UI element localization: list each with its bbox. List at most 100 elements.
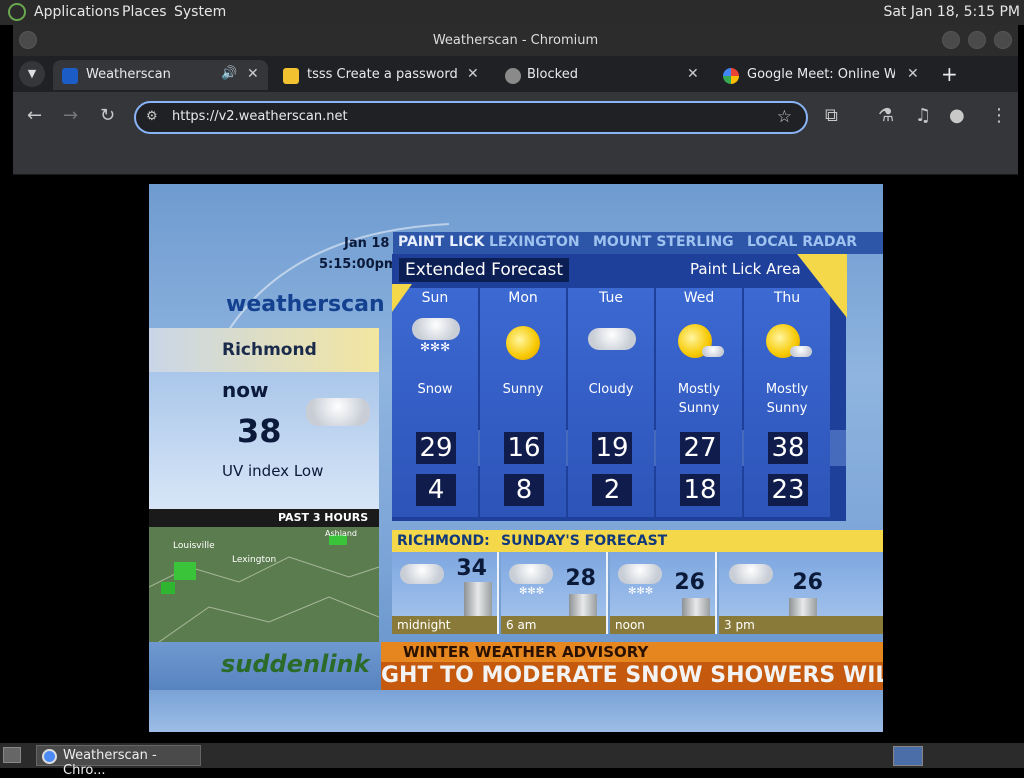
location-tab-paint-lick: PAINT LICK (398, 234, 485, 250)
radar-label: PAST 3 HOURS (278, 511, 369, 524)
extended-forecast-panel: Extended Forecast Paint Lick Area Sun ✻✻… (392, 254, 846, 521)
day-name: Wed (683, 290, 715, 306)
menu-applications[interactable]: Applications (34, 4, 120, 20)
window-titlebar[interactable]: Weatherscan - Chromium (13, 25, 1018, 56)
bookmark-star-icon[interactable]: ☆ (777, 107, 792, 127)
close-window-button[interactable] (994, 31, 1012, 49)
ws-time: 5:15:00pm (319, 257, 398, 272)
day-high: 27 (680, 432, 720, 464)
advisory-crawl: WINTER WEATHER ADVISORY GHT TO MODERATE … (381, 642, 883, 690)
minimize-button[interactable] (942, 31, 960, 49)
top-panel: Applications Places System Sat Jan 18, 5… (0, 0, 1024, 25)
panel-clock[interactable]: Sat Jan 18, 5:15 PM (883, 4, 1020, 20)
yellow-corner-accent (797, 254, 847, 318)
tab-label: tsss Create a password-p (307, 67, 457, 82)
day-condition: Mostly Sunny (677, 382, 721, 416)
more-menu-icon[interactable]: ⋮ (990, 105, 1008, 126)
hour-temp: 28 (565, 566, 596, 591)
new-tab-button[interactable]: + (941, 62, 958, 86)
speaker-icon[interactable]: 🔊 (221, 66, 237, 81)
location-tab-lexington: LEXINGTON (489, 234, 580, 250)
day-low: 4 (416, 474, 456, 506)
extensions-icon[interactable]: ⧉ (825, 105, 838, 126)
day-low: 18 (680, 474, 720, 506)
tab-search-button[interactable]: ▼ (19, 61, 45, 87)
menu-places[interactable]: Places (122, 4, 167, 20)
close-tab-icon[interactable]: ✕ (467, 66, 479, 82)
weatherscan-screen: Jan 18 5:15:00pm weatherscan Richmond no… (149, 184, 883, 732)
day-high: 19 (592, 432, 632, 464)
maximize-button[interactable] (968, 31, 986, 49)
hourly-title: SUNDAY'S FORECAST (501, 533, 668, 549)
gnome-foot-icon[interactable] (8, 3, 26, 21)
forward-arrow-icon[interactable]: → (63, 105, 78, 126)
cloud-icon (400, 564, 444, 584)
taskbar-window-button[interactable]: Weatherscan - Chro... (36, 745, 201, 778)
hour-temp: 26 (792, 570, 823, 595)
address-bar[interactable]: ⚙ https://v2.weatherscan.net ☆ (134, 101, 808, 134)
forecast-area-name: Paint Lick Area (690, 260, 801, 278)
bottom-taskbar: Weatherscan - Chro... (0, 743, 1024, 778)
hour-temp: 34 (456, 556, 487, 581)
branding-area: Jan 18 5:15:00pm weatherscan (149, 184, 450, 395)
map-label-louisville: Louisville (173, 541, 215, 551)
temp-bar (464, 582, 492, 616)
cloud-icon (588, 328, 636, 350)
snow-cloud-icon (509, 564, 553, 584)
forecast-day-wed: Wed Mostly Sunny 27 18 (656, 288, 742, 517)
day-low: 8 (504, 474, 544, 506)
browser-toolbar: ← → ↻ ⚙ https://v2.weatherscan.net ☆ ⧉ ⚗… (13, 92, 1018, 142)
sponsor-area: suddenlink (149, 642, 381, 690)
menu-system[interactable]: System (174, 4, 226, 20)
extended-forecast-title: Extended Forecast (399, 258, 570, 282)
temp-bar (682, 598, 710, 616)
url-text[interactable]: https://v2.weatherscan.net (172, 109, 348, 124)
taskbar-window-label: Weatherscan - Chro... (63, 748, 157, 778)
snowflake-icon: ✻✻✻ (420, 340, 451, 354)
advisory-title: WINTER WEATHER ADVISORY (403, 643, 649, 661)
tab-label: Weatherscan (86, 67, 171, 82)
labs-flask-icon[interactable]: ⚗ (878, 105, 894, 126)
tab-blocked[interactable]: Blocked ✕ (497, 60, 712, 90)
show-desktop-icon[interactable] (3, 747, 21, 763)
reload-icon[interactable]: ↻ (100, 105, 115, 126)
tab-label: Blocked (527, 67, 578, 82)
close-tab-icon[interactable]: ✕ (687, 66, 699, 82)
forecast-day-sun: Sun ✻✻✻ Snow 29 4 (392, 288, 478, 517)
workspace-switcher[interactable] (893, 746, 923, 766)
media-controls-icon[interactable]: ♫ (915, 105, 931, 126)
hour-3pm: 26 3 pm (719, 552, 883, 634)
uv-index: UV index Low (222, 462, 324, 480)
tab-google-meet[interactable]: Google Meet: Online Web ✕ (716, 60, 936, 90)
hour-6am: ✻✻✻ 28 6 am (501, 552, 608, 634)
tab-weatherscan[interactable]: Weatherscan 🔊 ✕ (53, 60, 268, 90)
day-condition: Snow (417, 382, 453, 397)
tab-strip: ▼ Weatherscan 🔊 ✕ tsss Create a password… (13, 56, 1018, 92)
map-label-ashland: Ashland (325, 529, 357, 538)
sun-icon (506, 326, 540, 360)
snow-cloud-icon (412, 318, 460, 340)
forecast-day-tue: Tue Cloudy 19 2 (568, 288, 654, 517)
close-tab-icon[interactable]: ✕ (907, 66, 919, 82)
chromium-icon (42, 749, 57, 764)
hourly-forecast-header: RICHMOND: SUNDAY'S FORECAST (392, 530, 883, 552)
day-name: Mon (508, 290, 538, 306)
emoji-favicon (283, 68, 299, 84)
advisory-header: WINTER WEATHER ADVISORY (381, 642, 883, 662)
site-info-icon[interactable]: ⚙ (146, 109, 158, 124)
location-tab-local-radar: LOCAL RADAR (747, 234, 858, 250)
profile-avatar-icon[interactable]: ● (949, 105, 965, 126)
day-high: 29 (416, 432, 456, 464)
tab-password[interactable]: tsss Create a password-p ✕ (275, 60, 490, 90)
current-city: Richmond (222, 340, 317, 360)
close-tab-icon[interactable]: ✕ (247, 66, 259, 82)
back-arrow-icon[interactable]: ← (27, 105, 42, 126)
map-label-lexington: Lexington (232, 555, 277, 565)
small-cloud-icon (790, 346, 812, 357)
hour-midnight: 34 midnight (392, 552, 499, 634)
browser-window: Weatherscan - Chromium ▼ Weatherscan 🔊 ✕… (13, 25, 1018, 743)
now-temperature: 38 (237, 412, 282, 450)
temp-bar (569, 594, 597, 616)
snowflake-icon: ✻✻✻ (519, 586, 545, 597)
day-high: 16 (504, 432, 544, 464)
